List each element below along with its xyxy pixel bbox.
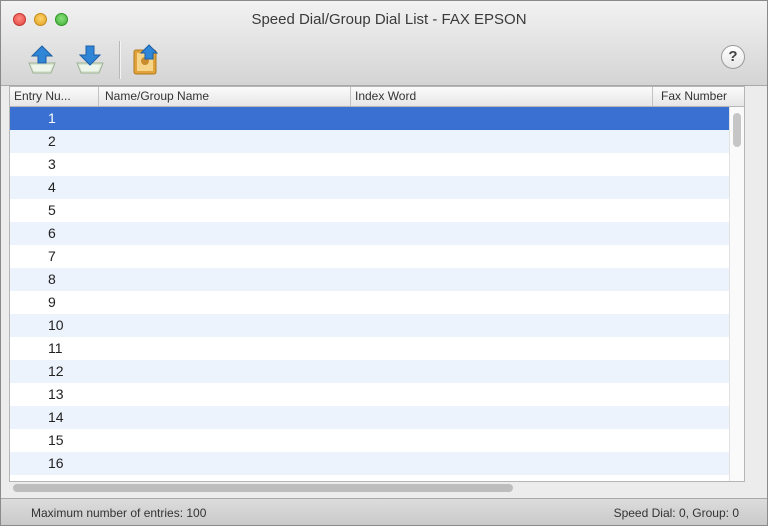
- table-row[interactable]: 4: [10, 176, 744, 199]
- entry-number: 3: [48, 156, 56, 172]
- table-row[interactable]: 10: [10, 314, 744, 337]
- table-body: 1 2 3 4 5 6 7 8 9 10 11 12 13 14 15 16: [10, 107, 744, 475]
- entry-number: 5: [48, 202, 56, 218]
- column-header-index-word[interactable]: Index Word: [350, 87, 655, 106]
- speed-dial-table[interactable]: Entry Nu... Name/Group Name Index Word F…: [9, 86, 745, 482]
- table-row[interactable]: 3: [10, 153, 744, 176]
- horizontal-scrollbar[interactable]: [9, 481, 743, 495]
- status-bar: Maximum number of entries: 100 Speed Dia…: [1, 498, 767, 525]
- window-title: Speed Dial/Group Dial List - FAX EPSON: [1, 11, 767, 28]
- table-row[interactable]: 9: [10, 291, 744, 314]
- export-icon: [76, 45, 104, 74]
- entry-number: 1: [48, 110, 56, 126]
- column-header-entry-number[interactable]: Entry Nu...: [14, 87, 96, 106]
- entry-number: 6: [48, 225, 56, 241]
- table-row[interactable]: 7: [10, 245, 744, 268]
- table-row[interactable]: 5: [10, 199, 744, 222]
- entry-number: 9: [48, 294, 56, 310]
- edit-contacts-icon: [133, 44, 159, 75]
- entry-number: 2: [48, 133, 56, 149]
- help-button[interactable]: ?: [721, 45, 745, 69]
- table-row[interactable]: 16: [10, 452, 744, 475]
- table-row[interactable]: 13: [10, 383, 744, 406]
- entry-number: 13: [48, 386, 64, 402]
- entry-number: 8: [48, 271, 56, 287]
- column-header-fax-number[interactable]: Fax Number: [652, 87, 744, 106]
- address-book-button[interactable]: [129, 43, 163, 77]
- window-title-text: Speed Dial/Group Dial List - FAX EPSON: [251, 11, 527, 28]
- entry-number: 15: [48, 432, 64, 448]
- entry-number: 14: [48, 409, 64, 425]
- entry-number: 10: [48, 317, 64, 333]
- speed-dial-window: Speed Dial/Group Dial List - FAX EPSON ?…: [0, 0, 768, 526]
- entry-number: 7: [48, 248, 56, 264]
- max-entries-status: Maximum number of entries: 100: [31, 506, 207, 520]
- table-header: Entry Nu... Name/Group Name Index Word F…: [10, 87, 744, 107]
- table-row[interactable]: 1: [10, 107, 744, 130]
- table-row[interactable]: 12: [10, 360, 744, 383]
- entry-count-status: Speed Dial: 0, Group: 0: [613, 506, 739, 520]
- entry-number: 12: [48, 363, 64, 379]
- table-row[interactable]: 14: [10, 406, 744, 429]
- horizontal-scroll-thumb[interactable]: [13, 484, 513, 492]
- vertical-scroll-thumb[interactable]: [733, 113, 741, 147]
- import-button[interactable]: [25, 43, 59, 77]
- help-icon: ?: [728, 48, 738, 65]
- entry-number: 4: [48, 179, 56, 195]
- entry-number: 16: [48, 455, 64, 471]
- export-button[interactable]: [73, 43, 107, 77]
- table-row[interactable]: 2: [10, 130, 744, 153]
- table-row[interactable]: 11: [10, 337, 744, 360]
- entry-number: 11: [48, 340, 63, 356]
- title-toolbar: Speed Dial/Group Dial List - FAX EPSON ?: [1, 1, 767, 86]
- column-header-name-group[interactable]: Name/Group Name: [98, 87, 355, 106]
- table-row[interactable]: 15: [10, 429, 744, 452]
- table-row[interactable]: 6: [10, 222, 744, 245]
- vertical-scrollbar[interactable]: [729, 107, 744, 481]
- table-row[interactable]: 8: [10, 268, 744, 291]
- toolbar-separator: [119, 41, 121, 79]
- import-icon: [28, 45, 56, 74]
